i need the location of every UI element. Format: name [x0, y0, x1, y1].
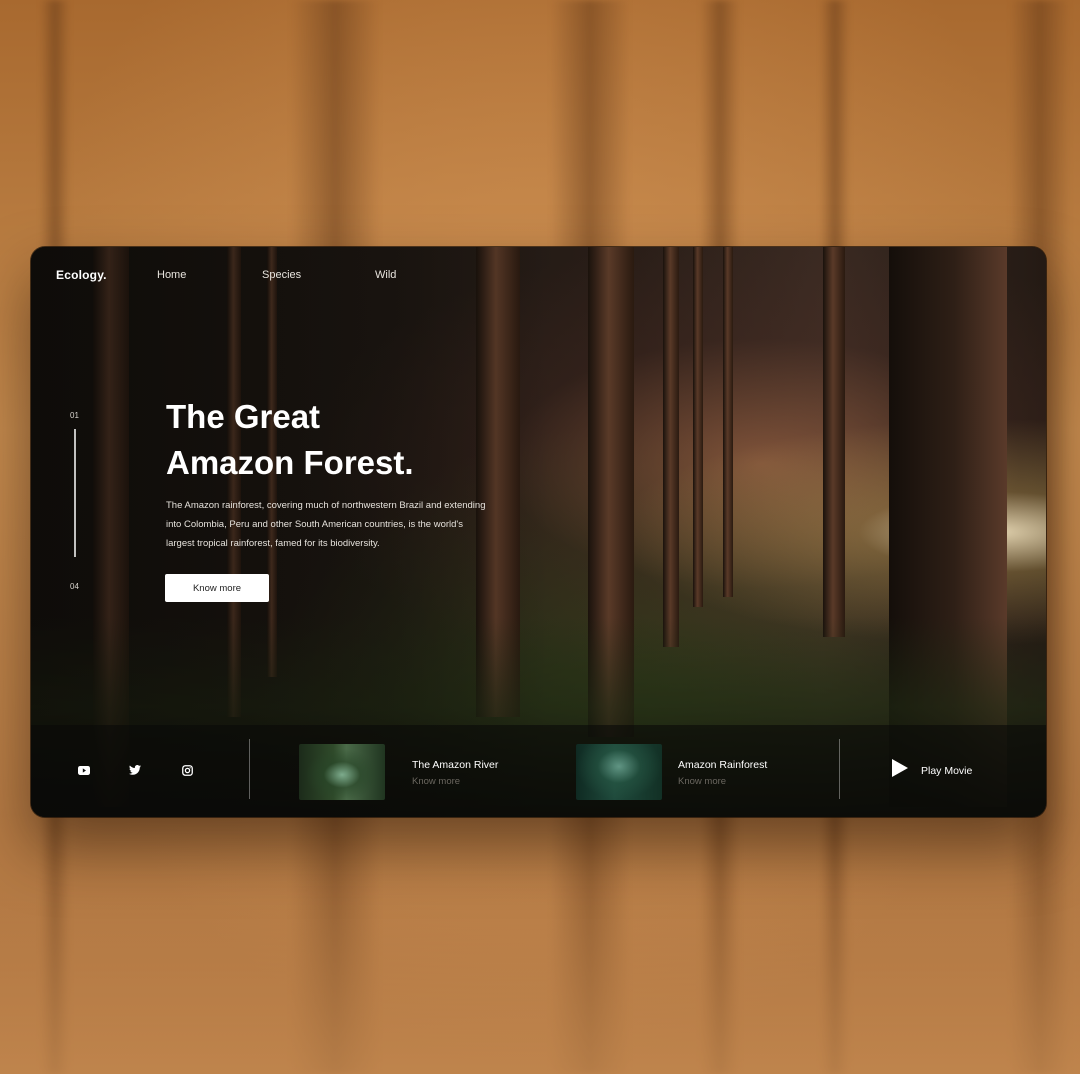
divider	[839, 739, 840, 799]
top-nav: Ecology. Home Species Wild	[31, 247, 1046, 307]
instagram-icon[interactable]	[180, 763, 194, 777]
tree-trunk	[663, 247, 679, 647]
amazon-river-thumbnail[interactable]	[299, 744, 385, 800]
nav-link-wild[interactable]: Wild	[375, 269, 396, 281]
know-more-button[interactable]: Know more	[165, 574, 269, 602]
youtube-icon[interactable]	[77, 763, 91, 777]
play-movie-label: Play Movie	[921, 764, 973, 777]
bottom-bar: The Amazon River Know more Amazon Rainfo…	[31, 725, 1046, 817]
landing-page-card: Ecology. Home Species Wild 01 04 The Gre…	[31, 247, 1046, 817]
pager-current: 01	[70, 411, 79, 420]
backdrop-haze	[0, 814, 1080, 1074]
slide-pager: 01 04	[67, 407, 87, 597]
twitter-icon[interactable]	[128, 763, 142, 777]
pager-total: 04	[70, 582, 79, 591]
play-icon	[891, 758, 909, 783]
feature-title-amazon-river[interactable]: The Amazon River	[412, 759, 498, 771]
feature-link-amazon-rainforest[interactable]: Know more	[678, 776, 726, 787]
play-movie-button[interactable]: Play Movie	[891, 758, 972, 783]
amazon-rainforest-thumbnail[interactable]	[576, 744, 662, 800]
pager-track[interactable]	[74, 429, 76, 557]
nav-link-species[interactable]: Species	[262, 269, 301, 281]
brand-logo[interactable]: Ecology.	[56, 268, 107, 282]
hero-description: The Amazon rainforest, covering much of …	[166, 500, 486, 549]
feature-link-amazon-river[interactable]: Know more	[412, 776, 460, 787]
nav-link-home[interactable]: Home	[157, 269, 186, 281]
hero-title: The Great Amazon Forest.	[166, 398, 414, 481]
feature-title-amazon-rainforest[interactable]: Amazon Rainforest	[678, 759, 767, 771]
divider	[249, 739, 250, 799]
